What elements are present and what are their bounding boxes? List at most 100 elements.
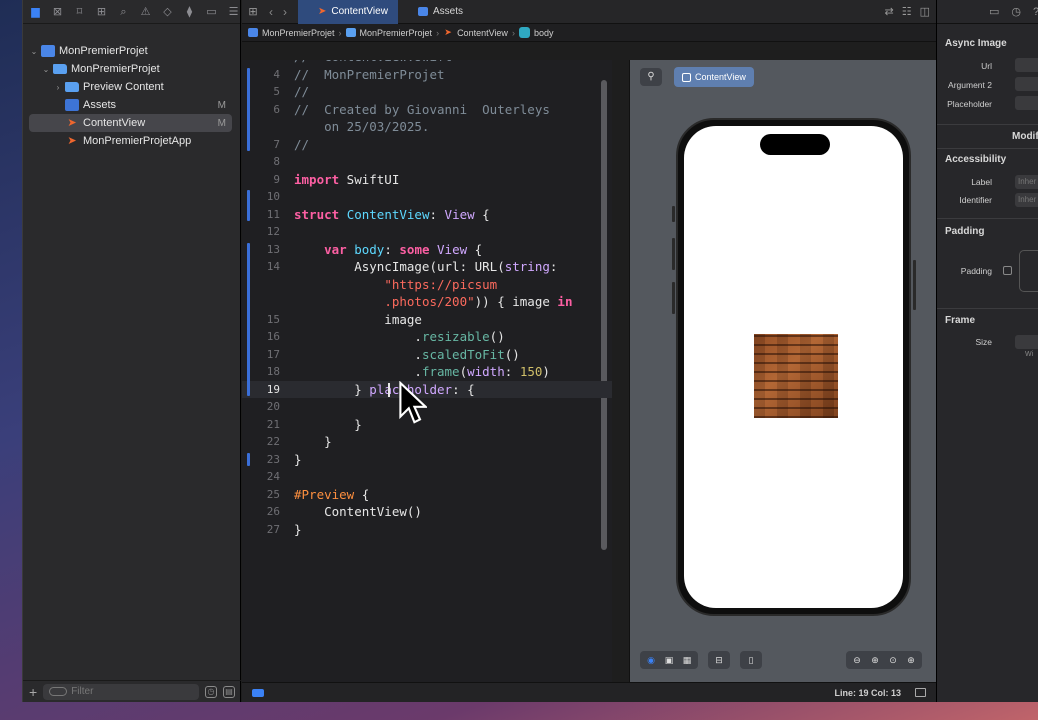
change-indicator[interactable]: [247, 452, 250, 466]
filter-field[interactable]: Filter: [43, 683, 199, 700]
tab-assets[interactable]: Assets: [398, 0, 477, 24]
tab-contentview[interactable]: ➤ ContentView: [298, 0, 398, 24]
symbol-icon[interactable]: ⊞: [95, 5, 108, 19]
disclosure-icon[interactable]: ⌄: [29, 47, 39, 56]
code-line[interactable]: 19 } placeholder: {: [242, 380, 612, 398]
label-field[interactable]: Inher: [1015, 175, 1038, 189]
code-line[interactable]: 12: [242, 223, 612, 241]
change-indicator[interactable]: [247, 242, 250, 396]
swap-icon[interactable]: ⇄: [885, 5, 894, 18]
tree-item[interactable]: ⌄ MonPremierProjet: [29, 60, 232, 78]
selectable-mode-icon[interactable]: ▣: [662, 654, 676, 666]
code-line[interactable]: 6// Created by Giovanni Outerleys: [242, 101, 612, 119]
swift-file-icon: ➤: [444, 27, 452, 37]
device-icon[interactable]: ▯: [744, 654, 758, 666]
code-line[interactable]: 11 struct ContentView: View {: [242, 206, 612, 224]
code-line[interactable]: on 25/03/2025.: [242, 118, 612, 136]
scm-filter-icon[interactable]: ▤: [223, 685, 235, 698]
file-inspector-icon[interactable]: ▭: [989, 5, 999, 18]
report-icon[interactable]: ☰: [227, 5, 240, 19]
preview-selector[interactable]: ContentView: [674, 67, 754, 87]
code-line[interactable]: 20: [242, 398, 612, 416]
code-text: }: [294, 416, 362, 432]
preview-label: ContentView: [695, 72, 746, 82]
breakpoint-icon[interactable]: ▭: [205, 5, 218, 19]
history-icon[interactable]: ◷: [1011, 5, 1021, 18]
padding-checkbox[interactable]: [1003, 266, 1012, 275]
code-line[interactable]: 22 }: [242, 433, 612, 451]
device-settings-icon[interactable]: ⊟: [712, 654, 726, 666]
tree-item[interactable]: ⌄ MonPremierProjet: [29, 42, 232, 60]
argument-field[interactable]: [1015, 77, 1038, 91]
code-line[interactable]: 13 var body: some View {: [242, 241, 612, 259]
change-indicator[interactable]: [247, 67, 250, 151]
live-mode-icon[interactable]: ◉: [644, 654, 658, 666]
zoom-in-icon[interactable]: ⊕: [904, 654, 918, 666]
assets-icon: [418, 7, 428, 16]
bookmark-icon[interactable]: ⌑: [73, 5, 86, 19]
accessibility-title: Accessibility: [945, 154, 1007, 165]
code-line[interactable]: 8: [242, 153, 612, 171]
code-line[interactable]: 25 #Preview {: [242, 486, 612, 504]
swift-file-icon: ➤: [67, 117, 77, 129]
code-line[interactable]: 16 .resizable(): [242, 328, 612, 346]
adjust-editor-icon[interactable]: ☷: [902, 5, 912, 18]
padding-box[interactable]: [1019, 250, 1038, 292]
add-icon[interactable]: +: [29, 684, 37, 700]
code-line[interactable]: 5//: [242, 83, 612, 101]
search-icon[interactable]: ⌕: [117, 5, 130, 19]
zoom-out-icon[interactable]: ⊖: [850, 654, 864, 666]
zoom-actual-icon[interactable]: ⊙: [886, 654, 900, 666]
code-editor[interactable]: 3// ContentView.swift4// MonPremierProje…: [242, 60, 612, 682]
disclosure-icon[interactable]: ›: [53, 83, 63, 92]
code-line[interactable]: 18 .frame(width: 150): [242, 363, 612, 381]
breadcrumb-item[interactable]: ContentView: [457, 28, 508, 38]
breadcrumb-item[interactable]: MonPremierProjet: [360, 28, 433, 38]
code-line[interactable]: 4// MonPremierProjet: [242, 66, 612, 84]
tree-item[interactable]: ➤ ContentView M: [29, 114, 232, 132]
back-icon[interactable]: ‹: [264, 5, 278, 19]
issue-icon[interactable]: ⚠: [139, 5, 152, 19]
code-line[interactable]: 26 ContentView(): [242, 503, 612, 521]
split-editor-icon[interactable]: ◫: [920, 5, 930, 18]
async-image-preview[interactable]: [754, 334, 838, 418]
code-line[interactable]: 9 import SwiftUI: [242, 171, 612, 189]
pin-icon[interactable]: ⚲: [640, 68, 662, 86]
size-field[interactable]: [1015, 335, 1038, 349]
folder-icon[interactable]: ▆: [29, 5, 42, 19]
url-field[interactable]: [1015, 58, 1038, 72]
code-line[interactable]: 15 image: [242, 311, 612, 329]
tree-item[interactable]: › Preview Content: [29, 78, 232, 96]
test-icon[interactable]: ◇: [161, 5, 174, 19]
code-line[interactable]: .photos/200")) { image in: [242, 293, 612, 311]
disclosure-icon[interactable]: ⌄: [41, 65, 51, 74]
forward-icon[interactable]: ›: [278, 5, 292, 19]
code-line[interactable]: 23}: [242, 451, 612, 469]
grid-icon[interactable]: ⊞: [242, 5, 264, 18]
code-line[interactable]: [242, 538, 612, 556]
toggle-debug-area-icon[interactable]: [915, 688, 926, 697]
placeholder-field[interactable]: [1015, 96, 1038, 110]
code-line[interactable]: "https://picsum: [242, 276, 612, 294]
change-indicator[interactable]: [247, 190, 250, 221]
code-line[interactable]: 14 AsyncImage(url: URL(string:: [242, 258, 612, 276]
variants-icon[interactable]: ▦: [680, 654, 694, 666]
code-line[interactable]: 7//: [242, 136, 612, 154]
recent-files-icon[interactable]: ◷: [205, 685, 217, 698]
debug-icon[interactable]: ⧫: [183, 5, 196, 19]
zoom-fit-icon[interactable]: ⊕: [868, 654, 882, 666]
debug-area-icon[interactable]: [252, 688, 264, 697]
help-icon[interactable]: ?: [1033, 6, 1038, 18]
identifier-field[interactable]: Inher: [1015, 193, 1038, 207]
code-line[interactable]: 27}: [242, 521, 612, 539]
code-line[interactable]: 24: [242, 468, 612, 486]
breadcrumb-item[interactable]: MonPremierProjet: [262, 28, 335, 38]
tree-item[interactable]: ➤ MonPremierProjetApp: [29, 132, 232, 150]
asset-catalog-icon: [65, 99, 79, 111]
source-control-icon[interactable]: ⊠: [51, 5, 64, 19]
code-line[interactable]: 21 }: [242, 416, 612, 434]
code-line[interactable]: 10: [242, 188, 612, 206]
tree-item[interactable]: Assets M: [29, 96, 232, 114]
code-line[interactable]: 17 .scaledToFit(): [242, 346, 612, 364]
breadcrumb-item[interactable]: body: [534, 28, 554, 38]
